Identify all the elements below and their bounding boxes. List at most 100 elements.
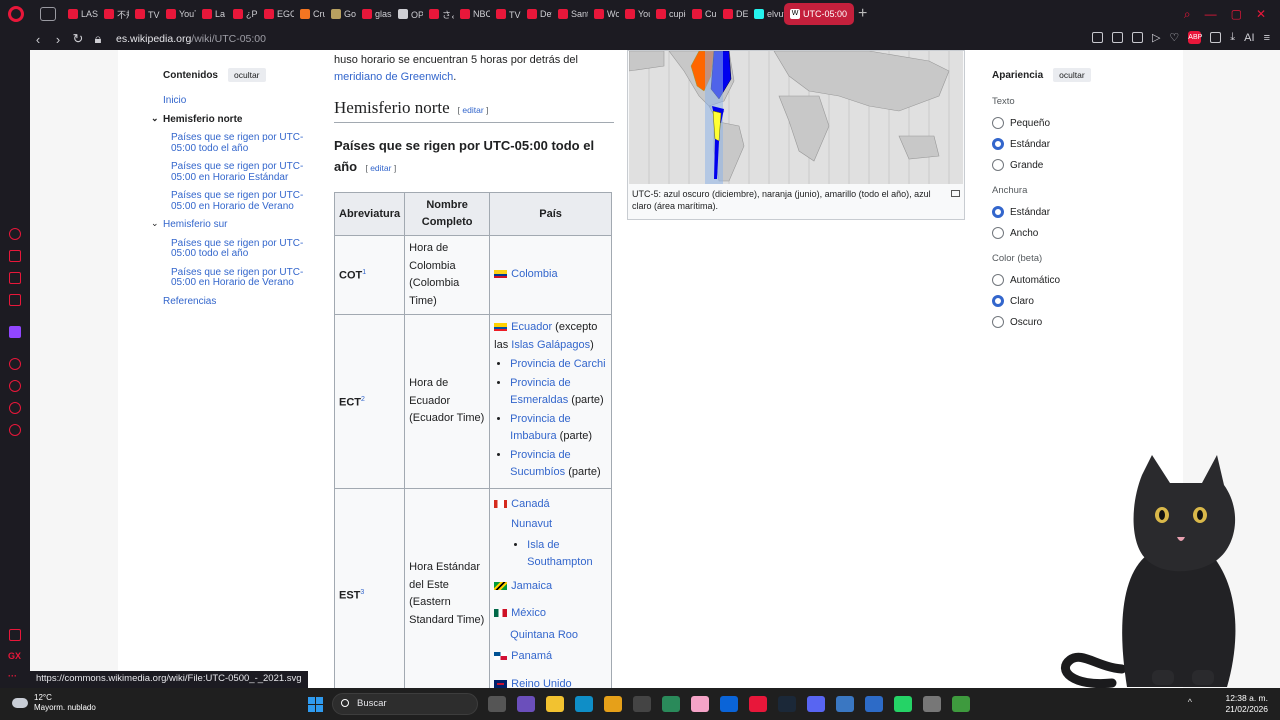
file-explorer-icon[interactable] [546, 696, 564, 712]
toc-item[interactable]: Países que se rigen por UTC-05:00 en Hor… [163, 161, 313, 183]
canada-link[interactable]: Canadá [511, 498, 550, 510]
toc-hide-button[interactable]: ocultar [228, 68, 266, 82]
browser-tab[interactable]: ¿Pue [227, 3, 258, 25]
chevron-down-icon[interactable]: ⌄ [151, 218, 159, 228]
uk-link[interactable]: Reino Unido [511, 678, 572, 689]
toc-item[interactable]: Países que se rigen por UTC-05:00 todo e… [163, 238, 313, 260]
radio-button[interactable] [992, 274, 1004, 286]
browser-tab[interactable]: World [588, 3, 619, 25]
ref-link[interactable]: 3 [360, 589, 364, 596]
province-link[interactable]: Provincia de Esmeraldas [510, 377, 571, 407]
edit-link-2[interactable]: editar [370, 163, 391, 173]
gx-icon[interactable]: GX [8, 651, 21, 661]
browser-tab[interactable]: glass [356, 3, 392, 25]
timezone-map[interactable] [629, 51, 963, 184]
browser-tab[interactable]: OP剣 [392, 3, 423, 25]
browser-tab[interactable]: YouT [160, 3, 196, 25]
galapagos-link[interactable]: Islas Galápagos [511, 339, 590, 351]
url-field[interactable]: es.wikipedia.org/wiki/UTC-05:00 [116, 33, 266, 45]
greenwich-link[interactable]: meridiano de Greenwich [334, 71, 453, 83]
chevron-down-icon[interactable]: ⌄ [151, 113, 159, 123]
browser-tab[interactable]: TVア [490, 3, 521, 25]
browser-tab[interactable]: さよな [423, 3, 454, 25]
browser-tab[interactable]: elvuti [748, 3, 784, 25]
snapshot-icon[interactable] [1091, 32, 1103, 43]
copilot-icon[interactable] [517, 696, 535, 712]
colombia-link[interactable]: Colombia [511, 268, 557, 280]
toc-item[interactable]: Países que se rigen por UTC-05:00 todo e… [163, 132, 313, 154]
browser-tab[interactable]: TVア [129, 3, 160, 25]
browser-tab[interactable]: DESG [717, 3, 748, 25]
toc-item[interactable]: ⌄ Hemisferio sur [151, 218, 313, 231]
color-option[interactable]: Claro [992, 295, 1137, 307]
store-icon[interactable] [604, 696, 622, 712]
minimize-icon[interactable]: — [1205, 7, 1217, 21]
jamaica-link[interactable]: Jamaica [511, 580, 552, 592]
opera-logo-icon[interactable] [8, 6, 24, 22]
task-view-icon[interactable] [488, 696, 506, 712]
text-size-option[interactable]: Estándar [992, 138, 1137, 150]
browser-tab[interactable]: cupid [650, 3, 686, 25]
new-tab-button[interactable]: + [858, 5, 876, 23]
mail-icon[interactable] [720, 696, 738, 712]
maximize-icon[interactable]: ▢ [1231, 7, 1242, 21]
browser-tab[interactable]: Cupic [686, 3, 717, 25]
download-app-icon[interactable] [952, 696, 970, 712]
appearance-hide-button[interactable]: ocultar [1053, 68, 1091, 82]
ecuador-link[interactable]: Ecuador [511, 321, 552, 333]
toc-item[interactable]: ⌄ Hemisferio norte [151, 113, 313, 126]
radio-button[interactable] [992, 206, 1004, 218]
aria-icon[interactable] [9, 228, 21, 240]
games-icon[interactable] [9, 272, 21, 284]
toc-item[interactable]: Referencias [163, 296, 313, 308]
photos-2-icon[interactable] [836, 696, 854, 712]
news-icon[interactable] [9, 294, 21, 306]
radio-button[interactable] [992, 295, 1004, 307]
steam-icon[interactable] [778, 696, 796, 712]
width-option[interactable]: Ancho [992, 227, 1137, 239]
browser-tab[interactable]: Santi [552, 3, 588, 25]
province-link[interactable]: Provincia de Sucumbíos [510, 449, 571, 479]
panama-link[interactable]: Panamá [511, 650, 552, 662]
download-icon[interactable]: ⤓ [1230, 31, 1235, 44]
browser-tab[interactable]: NBC [454, 3, 490, 25]
radio-button[interactable] [992, 227, 1004, 239]
province-link[interactable]: Provincia de Carchi [510, 358, 605, 370]
text-size-option[interactable]: Pequeño [992, 117, 1137, 129]
ai-button[interactable]: AI [1244, 32, 1254, 44]
shopping-icon[interactable] [9, 250, 21, 262]
forward-icon[interactable]: › [48, 32, 68, 47]
xbox-icon[interactable] [633, 696, 651, 712]
extensions-icon[interactable] [1210, 32, 1222, 43]
back-icon[interactable]: ‹ [28, 32, 48, 47]
pocket-icon[interactable] [1131, 32, 1143, 43]
southampton-link[interactable]: Isla de Southampton [527, 539, 592, 569]
extensions-sidebar-icon[interactable] [9, 402, 21, 414]
ref-link[interactable]: 2 [361, 396, 365, 403]
color-option[interactable]: Oscuro [992, 316, 1137, 328]
settings-icon[interactable] [9, 424, 21, 436]
weather-widget[interactable]: 12°C Mayorm. nublado [12, 693, 96, 713]
radio-button[interactable] [992, 159, 1004, 171]
whatsapp-icon[interactable] [894, 696, 912, 712]
clock[interactable]: 12:38 a. m. 21/02/2026 [1225, 693, 1268, 715]
tab-islands-icon[interactable] [1111, 32, 1123, 43]
ref-link[interactable]: 1 [362, 269, 366, 276]
discord-icon[interactable] [807, 696, 825, 712]
play-icon[interactable]: ▷ [1152, 31, 1160, 44]
app-2-icon[interactable] [865, 696, 883, 712]
text-size-option[interactable]: Grande [992, 159, 1137, 171]
width-option[interactable]: Estándar [992, 206, 1137, 218]
history-icon[interactable] [9, 380, 21, 392]
edge-icon[interactable] [575, 696, 593, 712]
toc-item[interactable]: Países que se rigen por UTC-05:00 en Hor… [163, 190, 313, 212]
settings-taskbar-icon[interactable] [923, 696, 941, 712]
tab-list-icon[interactable] [40, 7, 56, 21]
quintana-roo-link[interactable]: Quintana Roo [510, 629, 578, 641]
search-tabs-icon[interactable]: ⌕ [1184, 7, 1191, 22]
more-icon[interactable]: ··· [8, 671, 17, 681]
edit-link[interactable]: editar [462, 105, 483, 115]
adblock-icon[interactable]: ABP [1188, 31, 1202, 44]
close-icon[interactable]: ✕ [1256, 7, 1266, 21]
nunavut-link[interactable]: Nunavut [511, 518, 552, 530]
